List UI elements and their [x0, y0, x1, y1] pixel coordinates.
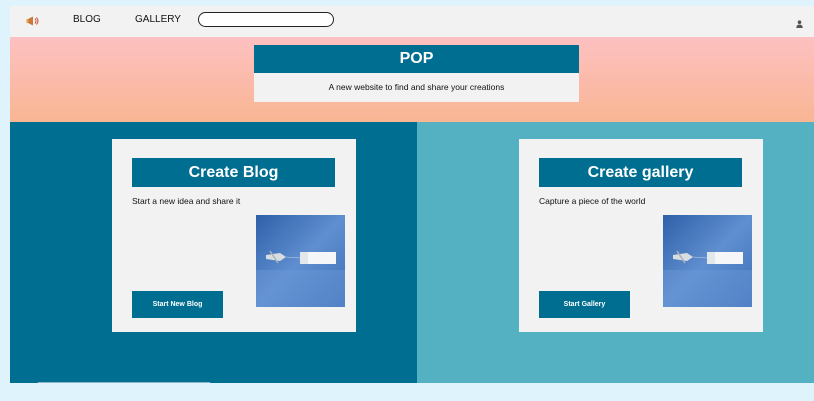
- megaphone-icon[interactable]: [26, 14, 40, 26]
- airplane-banner-image: [256, 215, 345, 307]
- create-blog-title: Create Blog: [132, 158, 335, 187]
- top-navbar: BLOG GALLERY: [10, 6, 814, 37]
- create-gallery-description: Capture a piece of the world: [539, 196, 646, 206]
- create-gallery-title: Create gallery: [539, 158, 742, 187]
- airplane-banner-image: [663, 215, 752, 307]
- user-icon[interactable]: [796, 15, 803, 28]
- nav-link-gallery[interactable]: GALLERY: [135, 14, 181, 25]
- site-title: POP: [254, 45, 579, 73]
- horizontal-scrollbar[interactable]: [38, 382, 210, 383]
- start-new-blog-button[interactable]: Start New Blog: [132, 291, 223, 318]
- create-blog-card: Create Blog Start a new idea and share i…: [112, 139, 356, 332]
- start-gallery-button[interactable]: Start Gallery: [539, 291, 630, 318]
- site-tagline: A new website to find and share your cre…: [254, 73, 579, 102]
- blog-panel: Create Blog Start a new idea and share i…: [10, 122, 417, 383]
- browser-frame: BLOG GALLERY POP A new website to find a…: [10, 6, 814, 383]
- nav-link-blog[interactable]: BLOG: [73, 14, 101, 25]
- gallery-panel: Create gallery Capture a piece of the wo…: [417, 122, 814, 383]
- hero-banner: POP A new website to find and share your…: [10, 37, 814, 122]
- create-gallery-card: Create gallery Capture a piece of the wo…: [519, 139, 763, 332]
- search-input[interactable]: [198, 12, 334, 27]
- create-blog-description: Start a new idea and share it: [132, 196, 241, 206]
